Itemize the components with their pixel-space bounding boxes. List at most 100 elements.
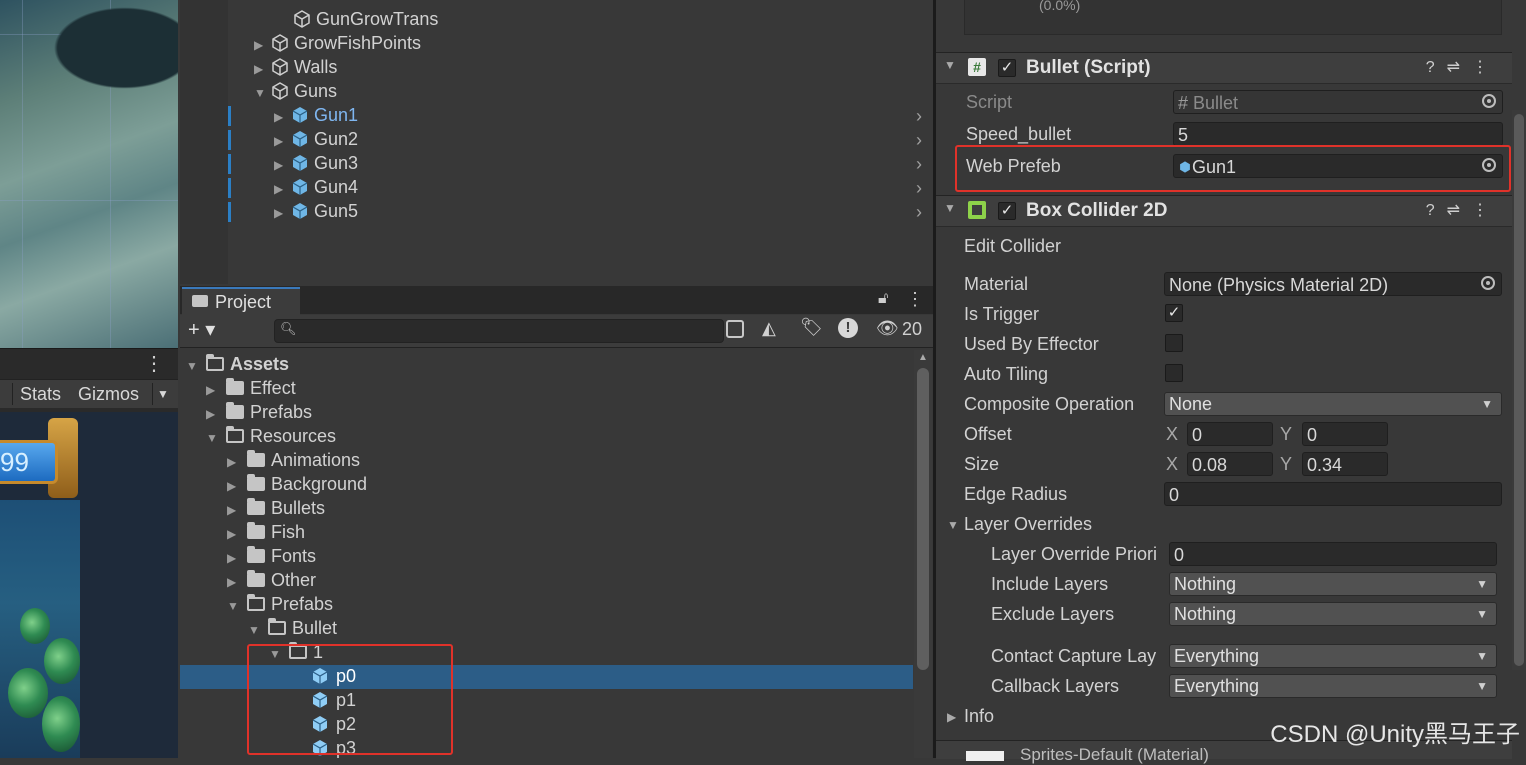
open-prefab-chevron-icon[interactable]: › [916, 130, 922, 151]
foldout-arrow-icon[interactable]: ▶ [947, 710, 956, 724]
type-filter-icon[interactable]: ◭ [762, 318, 776, 339]
tree-item-assets[interactable]: ▼ Assets [186, 352, 289, 376]
search-scope-icon[interactable] [726, 320, 744, 338]
callback-layers-dropdown[interactable]: Everything ▼ [1169, 674, 1497, 698]
more-menu-icon[interactable]: ⋮ [144, 351, 164, 376]
expand-arrow-icon[interactable]: ▶ [274, 153, 290, 177]
layer-override-priority-field[interactable]: 0 [1169, 542, 1497, 566]
label-filter-icon[interactable]: 🏷︎ [800, 317, 823, 338]
tree-item-resources[interactable]: ▼ Resources [206, 424, 336, 448]
preview-box: (0.0%) [964, 0, 1502, 35]
hierarchy-item[interactable]: ▼ Guns [254, 79, 337, 103]
composite-operation-dropdown[interactable]: None ▼ [1164, 392, 1502, 416]
exclude-layers-dropdown[interactable]: Nothing ▼ [1169, 602, 1497, 626]
open-prefab-chevron-icon[interactable]: › [916, 202, 922, 223]
inspector-scrollbar-thumb[interactable] [1514, 114, 1524, 666]
tree-item-prefabs-sub[interactable]: ▼ Prefabs [227, 592, 333, 616]
hierarchy-item-gun1[interactable]: ▶ Gun1 [274, 103, 358, 127]
issues-icon[interactable]: ! [838, 318, 858, 338]
material-field[interactable]: None (Physics Material 2D) [1164, 272, 1502, 296]
edit-collider-button[interactable]: Edit Collider [964, 236, 1061, 257]
tree-item-background[interactable]: ▶ Background [227, 472, 367, 496]
lock-icon[interactable]: 🔓︎ [878, 290, 888, 308]
hierarchy-item-gun2[interactable]: ▶ Gun2 [274, 127, 358, 151]
more-menu-icon[interactable]: ⋮ [906, 289, 924, 310]
expand-arrow-icon[interactable]: ▶ [274, 105, 290, 129]
tree-item-label: Bullets [271, 498, 326, 518]
search-input[interactable]: 🔍︎ [274, 319, 724, 343]
scroll-up-icon[interactable]: ▲ [918, 352, 928, 363]
expand-arrow-icon[interactable]: ▶ [227, 546, 247, 570]
include-layers-dropdown[interactable]: Nothing ▼ [1169, 572, 1497, 596]
collapse-arrow-icon[interactable]: ▼ [227, 594, 247, 618]
expand-arrow-icon[interactable]: ▶ [274, 129, 290, 153]
component-header-icons[interactable]: ?⇌⋮ [1426, 57, 1500, 77]
tree-item-effect[interactable]: ▶ Effect [206, 376, 296, 400]
layer-overrides-label[interactable]: Layer Overrides [964, 514, 1092, 535]
collapse-arrow-icon[interactable]: ▼ [248, 618, 268, 642]
tree-item-animations[interactable]: ▶ Animations [227, 448, 360, 472]
stats-button[interactable]: Stats [20, 383, 61, 405]
open-prefab-chevron-icon[interactable]: › [916, 106, 922, 127]
expand-arrow-icon[interactable]: ▶ [227, 570, 247, 594]
contact-capture-layers-dropdown[interactable]: Everything ▼ [1169, 644, 1497, 668]
inspector-scrollbar[interactable] [1512, 110, 1526, 670]
auto-tiling-checkbox[interactable] [1165, 364, 1183, 382]
expand-arrow-icon[interactable]: ▶ [227, 498, 247, 522]
gizmos-dropdown-icon[interactable]: ▼ [152, 383, 169, 405]
foldout-arrow-icon[interactable]: ▼ [944, 201, 956, 215]
expand-arrow-icon[interactable]: ▶ [254, 33, 270, 57]
hierarchy-item[interactable]: GunGrowTrans [276, 7, 438, 31]
prefab-marker [228, 106, 231, 126]
size-y-field[interactable]: 0.34 [1302, 452, 1388, 476]
tree-item-other[interactable]: ▶ Other [227, 568, 316, 592]
script-field: # Bullet [1173, 90, 1503, 114]
create-button[interactable]: + ▾ [188, 317, 215, 342]
tree-item-fish[interactable]: ▶ Fish [227, 520, 305, 544]
foldout-arrow-icon[interactable]: ▼ [947, 518, 959, 532]
hierarchy-item[interactable]: ▶ Walls [254, 55, 337, 79]
collapse-arrow-icon[interactable]: ▼ [254, 81, 270, 105]
collapse-arrow-icon[interactable]: ▼ [206, 426, 226, 450]
expand-arrow-icon[interactable]: ▶ [227, 450, 247, 474]
edge-radius-field[interactable]: 0 [1164, 482, 1502, 506]
hierarchy-item-gun5[interactable]: ▶ Gun5 [274, 199, 358, 223]
offset-y-field[interactable]: 0 [1302, 422, 1388, 446]
used-by-effector-checkbox[interactable] [1165, 334, 1183, 352]
offset-x-field[interactable]: 0 [1187, 422, 1273, 446]
gizmos-button[interactable]: Gizmos [78, 383, 139, 405]
component-header-icons[interactable]: ?⇌⋮ [1426, 200, 1500, 220]
tree-item-bullets[interactable]: ▶ Bullets [227, 496, 325, 520]
tab-project[interactable]: Project [182, 287, 300, 316]
expand-arrow-icon[interactable]: ▶ [206, 378, 226, 402]
box-collider-header[interactable]: ▼ ✓ Box Collider 2D ?⇌⋮ [936, 195, 1512, 227]
expand-arrow-icon[interactable]: ▶ [274, 177, 290, 201]
is-trigger-checkbox[interactable]: ✓ [1165, 304, 1183, 322]
expand-arrow-icon[interactable]: ▶ [274, 201, 290, 225]
expand-arrow-icon[interactable]: ▶ [227, 522, 247, 546]
object-picker-icon[interactable] [1481, 276, 1495, 290]
open-prefab-chevron-icon[interactable]: › [916, 178, 922, 199]
speed-bullet-field[interactable]: 5 [1173, 122, 1503, 146]
enabled-checkbox[interactable]: ✓ [998, 59, 1016, 77]
tree-item-prefabs[interactable]: ▶ Prefabs [206, 400, 312, 424]
enabled-checkbox[interactable]: ✓ [998, 202, 1016, 220]
toolbar-button-partial[interactable] [0, 383, 13, 405]
folder-icon [247, 546, 265, 563]
collapse-arrow-icon[interactable]: ▼ [186, 354, 206, 378]
hierarchy-item[interactable]: ▶ GrowFishPoints [254, 31, 421, 55]
open-prefab-chevron-icon[interactable]: › [916, 154, 922, 175]
expand-arrow-icon[interactable]: ▶ [254, 57, 270, 81]
size-x-field[interactable]: 0.08 [1187, 452, 1273, 476]
tree-item-bullet[interactable]: ▼ Bullet [248, 616, 337, 640]
expand-arrow-icon[interactable]: ▶ [227, 474, 247, 498]
hierarchy-item-gun4[interactable]: ▶ Gun4 [274, 175, 358, 199]
tree-item-fonts[interactable]: ▶ Fonts [227, 544, 316, 568]
foldout-arrow-icon[interactable]: ▼ [944, 58, 956, 72]
hierarchy-item-gun3[interactable]: ▶ Gun3 [274, 151, 358, 175]
scrollbar-thumb[interactable] [917, 368, 929, 670]
expand-arrow-icon[interactable]: ▶ [206, 402, 226, 426]
hidden-packages-icon[interactable]: 👁︎ [876, 318, 899, 339]
bullet-script-header[interactable]: ▼ # ✓ Bullet (Script) ?⇌⋮ [936, 52, 1512, 84]
info-label[interactable]: Info [964, 706, 994, 727]
